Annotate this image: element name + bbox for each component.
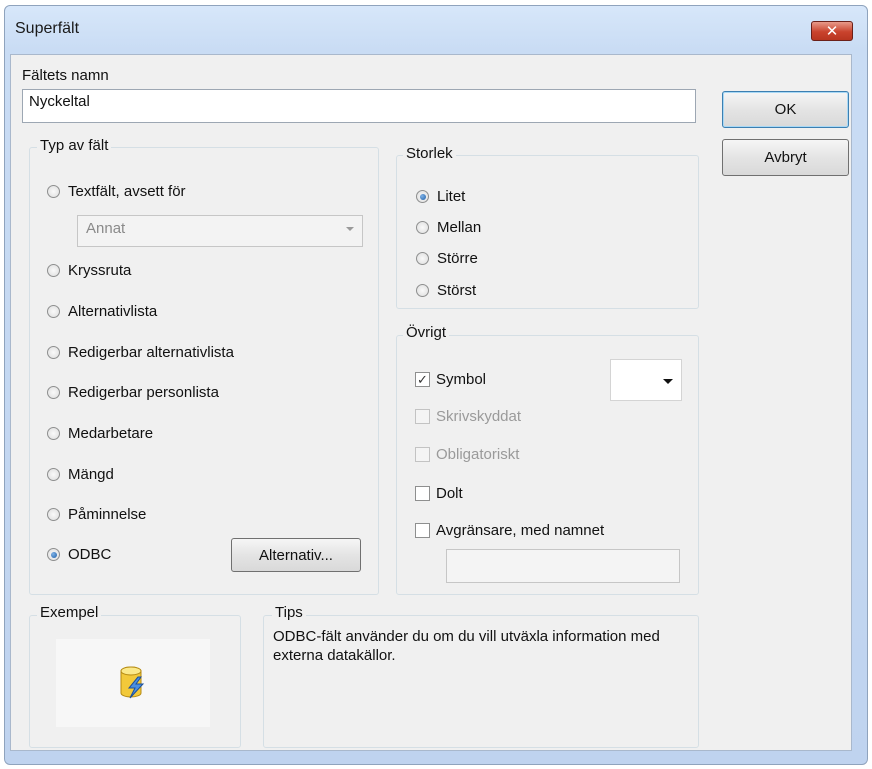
ok-button[interactable]: OK	[722, 91, 849, 128]
radio-label: Påminnelse	[68, 506, 147, 523]
other-legend: Övrigt	[403, 324, 450, 341]
database-lightning-icon	[120, 666, 145, 699]
title-bar[interactable]: Superfält ✕	[5, 6, 867, 48]
radio-size-medium[interactable]: Mellan	[416, 219, 481, 236]
radio-label: ODBC	[68, 546, 112, 563]
radio-button[interactable]	[47, 305, 60, 318]
radio-checkbox[interactable]: Kryssruta	[47, 262, 131, 279]
radio-size-largest[interactable]: Störst	[416, 282, 476, 299]
radio-label: Mängd	[68, 466, 114, 483]
radio-reminder[interactable]: Påminnelse	[47, 506, 146, 523]
text-for-select: Annat	[77, 215, 363, 247]
radio-label: Redigerbar alternativlista	[68, 344, 234, 361]
radio-label: Litet	[437, 188, 466, 205]
check-label: Dolt	[436, 485, 463, 502]
example-legend: Exempel	[37, 604, 102, 621]
field-name-label: Fältets namn	[22, 67, 109, 84]
radio-button[interactable]	[47, 508, 60, 521]
radio-label: Mellan	[437, 219, 482, 236]
tips-legend: Tips	[272, 604, 306, 621]
size-legend: Storlek	[403, 145, 456, 162]
close-button[interactable]: ✕	[811, 21, 853, 41]
radio-label: Medarbetare	[68, 425, 154, 442]
radio-label: Alternativlista	[68, 303, 158, 320]
radio-button[interactable]	[47, 468, 60, 481]
checkbox-checked[interactable]: ✓	[415, 372, 430, 387]
checkbox[interactable]	[415, 486, 430, 501]
close-icon: ✕	[825, 23, 839, 40]
example-preview	[56, 639, 210, 727]
check-label: Obligatoriskt	[436, 446, 520, 463]
radio-odbc[interactable]: ODBC	[47, 546, 111, 563]
tips-text: ODBC-fält använder du om du vill utväxla…	[273, 628, 660, 664]
radio-label: Kryssruta	[68, 262, 132, 279]
checkbox[interactable]	[415, 409, 430, 424]
check-symbol[interactable]: ✓ Symbol	[415, 371, 486, 388]
radio-employee[interactable]: Medarbetare	[47, 425, 153, 442]
dialog-content: Fältets namn Nyckeltal OK Avbryt Typ av …	[10, 54, 852, 751]
check-mandatory[interactable]: Obligatoriskt	[415, 446, 519, 463]
field-name-input[interactable]: Nyckeltal	[22, 89, 696, 123]
separator-name-input[interactable]	[446, 549, 680, 583]
check-label: Skrivskyddat	[436, 408, 522, 425]
radio-choice-list[interactable]: Alternativlista	[47, 303, 157, 320]
window-title: Superfält	[15, 20, 80, 37]
cancel-button[interactable]: Avbryt	[722, 139, 849, 176]
radio-size-larger[interactable]: Större	[416, 250, 478, 267]
check-read-only[interactable]: Skrivskyddat	[415, 408, 521, 425]
symbol-select[interactable]	[610, 359, 682, 401]
radio-text-field[interactable]: Textfält, avsett för	[47, 183, 186, 200]
radio-button-selected[interactable]	[47, 548, 60, 561]
radio-button[interactable]	[47, 386, 60, 399]
text-for-select-value: Annat	[86, 220, 126, 237]
radio-label: Större	[437, 250, 478, 267]
radio-size-small[interactable]: Litet	[416, 188, 465, 205]
radio-label: Störst	[437, 282, 477, 299]
checkbox[interactable]	[415, 447, 430, 462]
field-type-legend: Typ av fält	[37, 137, 112, 154]
alternatives-button[interactable]: Alternativ...	[231, 538, 361, 572]
radio-button[interactable]	[416, 252, 429, 265]
chevron-down-icon	[346, 227, 354, 231]
check-separator[interactable]: Avgränsare, med namnet	[415, 522, 604, 539]
radio-quantity[interactable]: Mängd	[47, 466, 114, 483]
radio-button[interactable]	[47, 346, 60, 359]
check-label: Symbol	[436, 371, 487, 388]
radio-label: Textfält, avsett för	[68, 183, 186, 200]
radio-editable-choice-list[interactable]: Redigerbar alternativlista	[47, 344, 234, 361]
radio-button[interactable]	[47, 185, 60, 198]
radio-button[interactable]	[416, 221, 429, 234]
radio-label: Redigerbar personlista	[68, 384, 219, 401]
radio-editable-person-list[interactable]: Redigerbar personlista	[47, 384, 219, 401]
radio-button[interactable]	[47, 427, 60, 440]
radio-button[interactable]	[47, 264, 60, 277]
checkbox[interactable]	[415, 523, 430, 538]
radio-button-selected[interactable]	[416, 190, 429, 203]
radio-button[interactable]	[416, 284, 429, 297]
check-label: Avgränsare, med namnet	[436, 522, 605, 539]
check-hidden[interactable]: Dolt	[415, 485, 463, 502]
chevron-down-icon	[663, 379, 673, 384]
